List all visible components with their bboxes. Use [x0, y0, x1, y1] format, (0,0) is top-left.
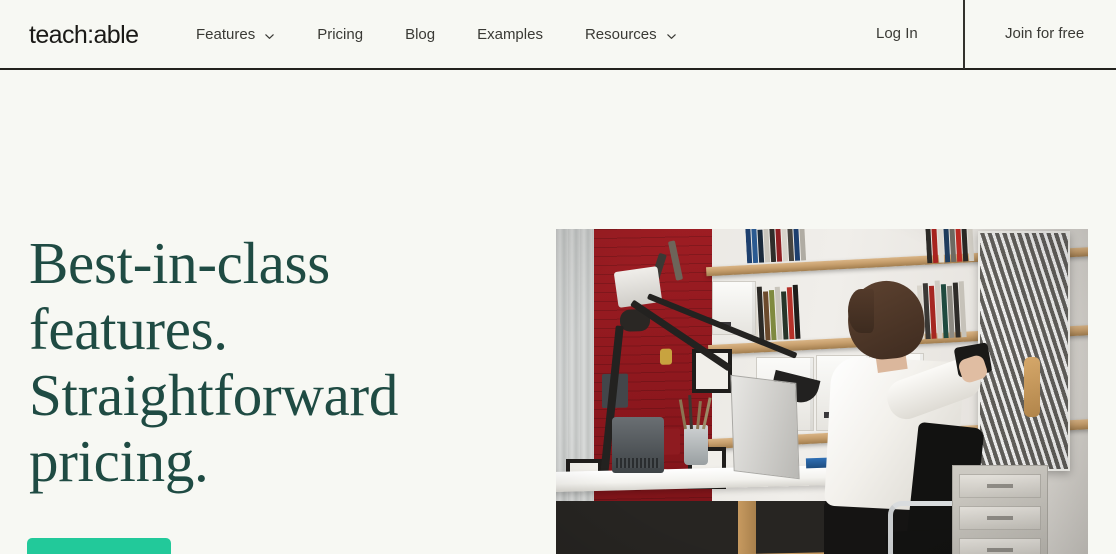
nav-item-label: Resources: [584, 26, 657, 43]
photo-mannequin: [1024, 357, 1040, 417]
nav-item-examples[interactable]: Examples: [477, 20, 543, 50]
page-title: Best-in-class features. Straightforward …: [29, 230, 499, 494]
photo-speaker: [612, 417, 664, 473]
photo-person-hair-front: [848, 289, 874, 333]
hero-photo: [556, 229, 1088, 554]
photo-poster: [978, 231, 1070, 471]
hero-copy: Best-in-class features. Straightforward …: [29, 230, 499, 494]
hero-photo-scene: [556, 229, 1088, 554]
chevron-down-icon: [666, 31, 677, 42]
hero-title-line-4: pricing.: [29, 428, 209, 494]
photo-pens: [678, 394, 712, 430]
photo-laptop: [730, 374, 800, 480]
primary-nav: Features Pricing Blog Examples Resources: [196, 0, 677, 70]
login-link[interactable]: Log In: [876, 25, 918, 43]
chevron-down-icon: [264, 31, 275, 42]
nav-divider: [963, 0, 965, 69]
nav-item-blog[interactable]: Blog: [405, 20, 435, 50]
join-for-free-button[interactable]: Join for free: [27, 538, 171, 554]
hero-title-line-1: Best-in-class: [29, 230, 330, 296]
nav-item-label: Blog: [405, 26, 436, 43]
hero-title-line-3: Straightforward: [29, 362, 399, 428]
join-for-free-nav-link[interactable]: Join for free: [1005, 25, 1084, 43]
nav-item-pricing[interactable]: Pricing: [317, 20, 363, 50]
nav-item-label: Features: [196, 26, 256, 43]
nav-item-label: Pricing: [317, 26, 364, 43]
top-navigation-bar: teach:able Features Pricing Blog Example…: [0, 0, 1116, 70]
photo-pen-cup: [684, 425, 708, 465]
nav-item-resources[interactable]: Resources: [585, 20, 677, 50]
hero-section: Best-in-class features. Straightforward …: [0, 70, 1116, 554]
photo-cabinet: [952, 465, 1048, 554]
hero-title-line-2: features.: [29, 296, 228, 362]
photo-desk-leg: [738, 501, 756, 554]
brand-logo[interactable]: teach:able: [29, 19, 139, 51]
nav-item-label: Examples: [477, 26, 543, 43]
nav-item-features[interactable]: Features: [196, 20, 275, 50]
